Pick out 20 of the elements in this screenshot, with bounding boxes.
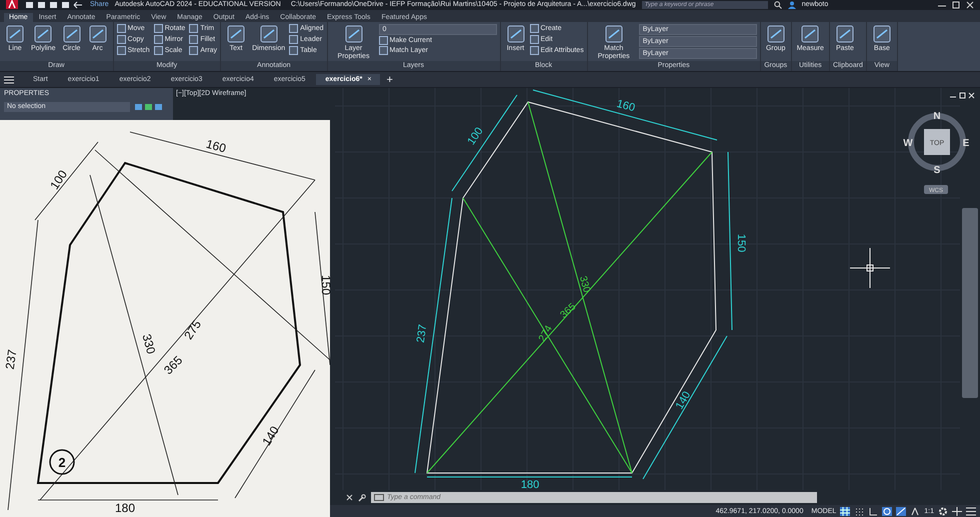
sheet-number: 2 [58,455,66,470]
dimension-text: 330 [576,275,592,294]
dimension-text: 275 [181,318,204,342]
dimension-text: 140 [259,424,282,448]
dimension-text: 365 [161,353,186,378]
compass-letter: N [933,111,941,122]
dimension-text: 330 [140,332,158,356]
dimension-text: 150 [735,234,747,252]
dimension-text: 180 [114,501,136,515]
compass-letter: E [962,138,970,150]
dimension-text: 237 [414,324,430,344]
dimension-text: 100 [47,168,70,192]
dimension-text: 140 [674,390,694,412]
compass-letter: S [934,165,940,176]
dimension-text: 160 [615,98,636,114]
dimension-text: 160 [204,136,228,156]
compass-letter: W [903,138,913,150]
dimension-text: 100 [465,126,486,148]
dimension-text: 180 [520,479,540,490]
dimension-text: 237 [2,348,20,370]
